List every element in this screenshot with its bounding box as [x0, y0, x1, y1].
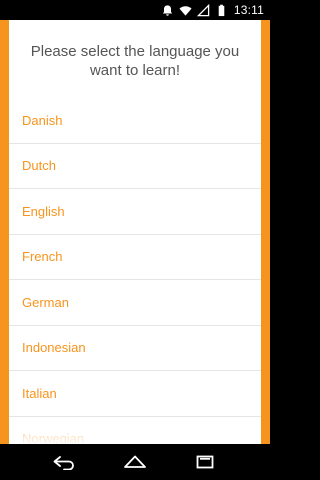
recent-apps-icon	[196, 455, 214, 469]
language-item-german[interactable]: German	[9, 280, 261, 326]
language-item-norwegian[interactable]: Norwegian	[9, 417, 261, 445]
language-list: Danish Dutch English French German Indon…	[9, 98, 261, 444]
language-item-dutch[interactable]: Dutch	[9, 144, 261, 189]
home-button[interactable]	[120, 450, 150, 474]
language-card: Please select the language you want to l…	[9, 20, 261, 444]
app-background: Please select the language you want to l…	[0, 20, 270, 444]
navigation-bar	[0, 444, 270, 480]
back-icon	[53, 456, 74, 470]
recent-apps-button[interactable]	[190, 450, 220, 474]
home-icon	[124, 455, 146, 468]
status-bar: 13:11	[0, 0, 270, 20]
language-item-english[interactable]: English	[9, 189, 261, 235]
page-title: Please select the language you want to l…	[30, 43, 240, 79]
screen: 13:11 Please select the language you wan…	[0, 0, 270, 480]
language-item-french[interactable]: French	[9, 235, 261, 280]
language-item-danish[interactable]: Danish	[9, 98, 261, 144]
back-button[interactable]	[50, 450, 80, 474]
wifi-icon	[179, 4, 192, 17]
notification-icon	[161, 4, 174, 17]
language-item-indonesian[interactable]: Indonesian	[9, 326, 261, 371]
status-time: 13:11	[233, 3, 264, 17]
battery-icon	[215, 4, 228, 17]
signal-icon	[196, 3, 210, 17]
language-item-italian[interactable]: Italian	[9, 371, 261, 417]
